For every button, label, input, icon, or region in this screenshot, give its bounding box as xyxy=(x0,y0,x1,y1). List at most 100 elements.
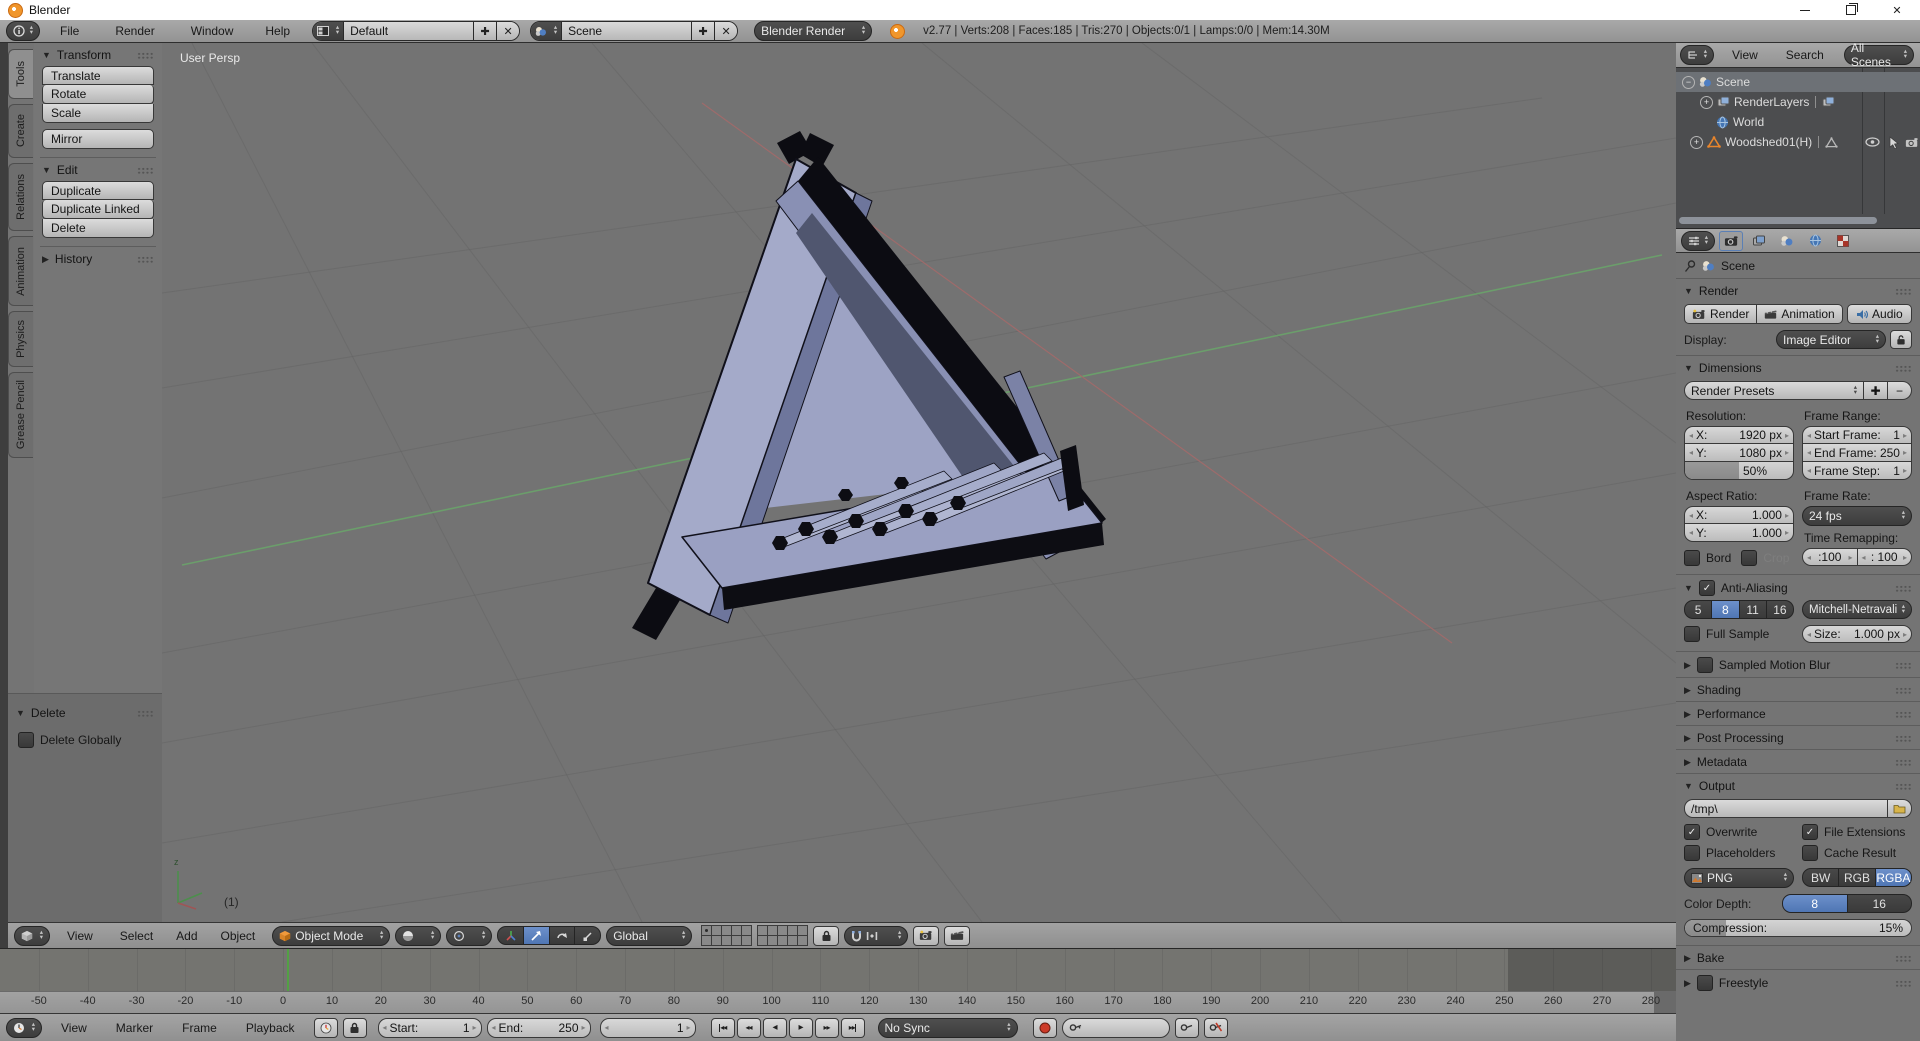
panel-grip[interactable] xyxy=(137,52,154,59)
aa-size-field[interactable]: ◂Size:1.000 px▸ xyxy=(1802,625,1912,643)
panel-grip[interactable] xyxy=(1895,687,1912,694)
use-preview-range-button[interactable] xyxy=(314,1018,338,1038)
browse-output-button[interactable] xyxy=(1888,799,1912,818)
timeline-view-menu[interactable]: View xyxy=(57,1021,91,1035)
translate-manipulator-button[interactable] xyxy=(524,926,550,945)
full-sample-option[interactable]: Full Sample xyxy=(1684,626,1794,642)
file-extensions-option[interactable]: ✓File Extensions xyxy=(1802,824,1912,840)
menu-window[interactable]: Window xyxy=(187,24,238,38)
edit-panel-header[interactable]: ▼ Edit xyxy=(34,158,162,181)
dimensions-panel-header[interactable]: ▼ Dimensions xyxy=(1676,356,1920,379)
delete-button[interactable]: Delete xyxy=(42,219,154,238)
frame-rate-dropdown[interactable]: 24 fps ▴▾ xyxy=(1802,506,1912,526)
previous-keyframe-button[interactable]: ◂◂ xyxy=(737,1018,761,1038)
render-still-button[interactable]: Render xyxy=(1684,304,1757,324)
performance-panel-header[interactable]: ▶ Performance xyxy=(1676,702,1920,725)
editor-type-outliner-button[interactable]: ▴▾ xyxy=(1680,45,1714,65)
checkbox-unchecked[interactable] xyxy=(1684,845,1700,861)
panel-grip[interactable] xyxy=(1895,365,1912,372)
outliner-item-world[interactable]: World xyxy=(1676,112,1920,132)
channels-bw[interactable]: BW xyxy=(1802,868,1839,887)
compression-slider[interactable]: Compression: 15% xyxy=(1684,919,1912,937)
delete-scene-button[interactable]: ✕ xyxy=(714,22,737,40)
play-reverse-button[interactable]: ◂ xyxy=(763,1018,787,1038)
manipulator-axes-button[interactable] xyxy=(497,926,524,945)
render-presets-dropdown[interactable]: Render Presets ▴▾ xyxy=(1684,381,1864,400)
woodshed-model[interactable] xyxy=(632,131,1106,640)
add-menu[interactable]: Add xyxy=(172,929,201,943)
add-scene-button[interactable]: ✚ xyxy=(691,22,714,40)
shading-panel-header[interactable]: ▶ Shading xyxy=(1676,678,1920,701)
aa-samples-16[interactable]: 16 xyxy=(1767,600,1794,619)
mirror-button[interactable]: Mirror xyxy=(42,129,154,149)
layers-group-1[interactable] xyxy=(701,925,752,946)
channels-rgb[interactable]: RGB xyxy=(1839,868,1875,887)
select-menu[interactable]: Select xyxy=(116,929,157,943)
delete-globally-option[interactable]: Delete Globally xyxy=(8,724,162,756)
sync-dropdown[interactable]: No Sync ▴▾ xyxy=(878,1018,1018,1038)
collapse-circle-icon[interactable]: − xyxy=(1682,76,1695,89)
current-frame-field[interactable]: ◂ 1 ▸ xyxy=(600,1018,696,1038)
editor-type-timeline-button[interactable]: ▴▾ xyxy=(6,1018,42,1038)
panel-grip[interactable] xyxy=(1895,662,1912,669)
tab-render-context[interactable] xyxy=(1719,231,1743,251)
bake-panel-header[interactable]: ▶ Bake xyxy=(1676,946,1920,969)
checkbox-unchecked[interactable] xyxy=(1684,550,1700,566)
remap-old-field[interactable]: ◂:100▸ xyxy=(1802,548,1858,566)
screen-layout-browse-button[interactable]: ▴▾ xyxy=(313,22,343,40)
panel-grip[interactable] xyxy=(1895,759,1912,766)
checkbox-unchecked[interactable] xyxy=(18,732,34,748)
render-panel-header[interactable]: ▼ Render xyxy=(1676,279,1920,302)
display-dropdown[interactable]: Image Editor ▴▾ xyxy=(1776,330,1886,349)
panel-grip[interactable] xyxy=(1895,783,1912,790)
frame-step-field[interactable]: ◂Frame Step:1▸ xyxy=(1802,462,1912,480)
editor-type-info-button[interactable]: ▴▾ xyxy=(6,21,40,41)
visibility-eye-icon[interactable] xyxy=(1865,137,1880,147)
tab-animation[interactable]: Animation xyxy=(8,236,33,306)
timeline-ruler[interactable]: -50-40-30-20-100102030405060708090100110… xyxy=(0,991,1676,1014)
depth-8[interactable]: 8 xyxy=(1782,894,1848,913)
close-button[interactable]: ✕ xyxy=(1874,0,1920,20)
panel-grip[interactable] xyxy=(1895,955,1912,962)
restore-button[interactable] xyxy=(1828,0,1874,20)
depth-16[interactable]: 16 xyxy=(1848,894,1913,913)
view-menu[interactable]: View xyxy=(63,929,97,943)
viewport-shading-dropdown[interactable]: ▴▾ xyxy=(395,926,441,946)
rotate-manipulator-button[interactable] xyxy=(550,926,576,945)
tab-grease-pencil[interactable]: Grease Pencil xyxy=(8,372,33,458)
add-layout-button[interactable]: ✚ xyxy=(473,22,496,40)
render-animation-button[interactable]: Animation xyxy=(1757,304,1842,324)
lock-interface-button[interactable] xyxy=(1890,330,1912,349)
resolution-percentage-slider[interactable]: 50% xyxy=(1684,462,1794,480)
checkbox-unchecked[interactable] xyxy=(1697,975,1713,991)
border-option[interactable]: Bord xyxy=(1684,550,1731,566)
translate-button[interactable]: Translate xyxy=(42,66,154,85)
output-path-field[interactable]: /tmp\ xyxy=(1684,799,1888,818)
menu-help[interactable]: Help xyxy=(261,24,294,38)
checkbox-unchecked[interactable] xyxy=(1802,845,1818,861)
outliner-scope-dropdown[interactable]: All Scenes ▴▾ xyxy=(1844,45,1914,65)
render-engine-dropdown[interactable]: Blender Render ▴▾ xyxy=(754,21,872,41)
timeline-frame-menu[interactable]: Frame xyxy=(178,1021,221,1035)
expand-circle-icon[interactable]: + xyxy=(1690,136,1703,149)
renderability-camera-icon[interactable] xyxy=(1905,137,1919,148)
duplicate-linked-button[interactable]: Duplicate Linked xyxy=(42,200,154,219)
opengl-render-animation-button[interactable] xyxy=(944,926,970,946)
aa-samples-5[interactable]: 5 xyxy=(1684,600,1712,619)
checkbox-checked[interactable]: ✓ xyxy=(1684,824,1700,840)
checkbox-checked[interactable]: ✓ xyxy=(1699,580,1715,596)
resolution-y-field[interactable]: ◂Y:1080 px▸ xyxy=(1684,444,1794,462)
file-format-dropdown[interactable]: PNG ▴▾ xyxy=(1684,868,1794,888)
channels-rgba[interactable]: RGBA xyxy=(1876,868,1912,887)
panel-grip[interactable] xyxy=(1895,711,1912,718)
opengl-render-image-button[interactable] xyxy=(913,926,939,946)
add-preset-button[interactable]: ✚ xyxy=(1864,381,1888,400)
operator-panel-header[interactable]: ▼ Delete xyxy=(8,694,162,724)
rotate-button[interactable]: Rotate xyxy=(42,85,154,104)
minimize-button[interactable] xyxy=(1782,0,1828,20)
next-keyframe-button[interactable]: ▸▸ xyxy=(815,1018,839,1038)
scene-browse-button[interactable]: ▴▾ xyxy=(531,22,561,40)
delete-keyframe-button[interactable] xyxy=(1204,1018,1228,1038)
cache-result-option[interactable]: Cache Result xyxy=(1802,845,1912,861)
timeline-playback-menu[interactable]: Playback xyxy=(242,1021,299,1035)
